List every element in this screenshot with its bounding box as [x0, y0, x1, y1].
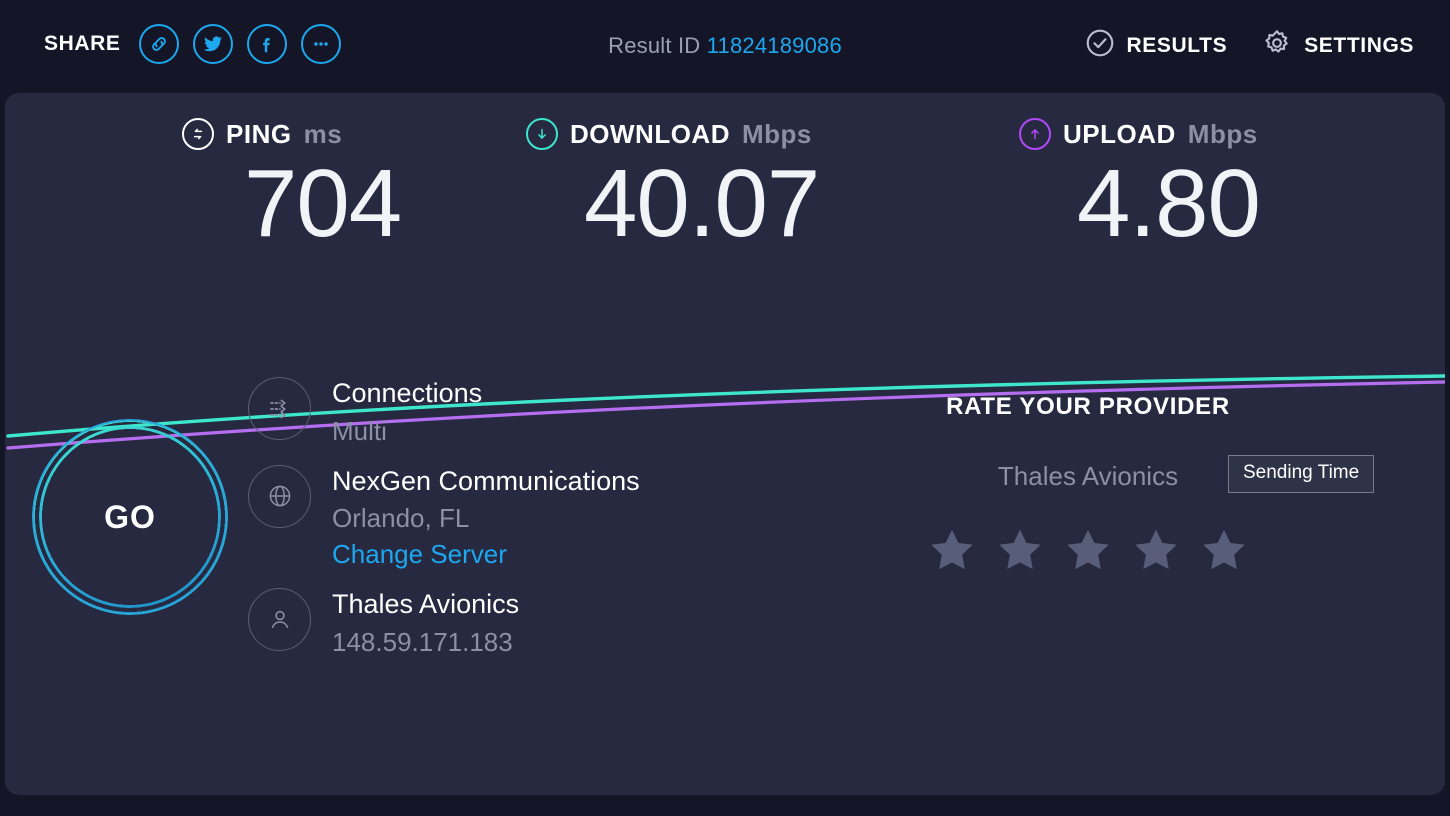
- metric-download-label: DOWNLOAD: [570, 118, 730, 149]
- metric-upload-head: UPLOAD Mbps: [1019, 118, 1260, 150]
- connections-icon: [248, 377, 311, 440]
- metrics-row: PING ms 704 DOWNLOAD Mbps 40.07 UPLOAD M…: [5, 93, 1445, 268]
- info-text-connections: Connections Multi: [332, 375, 482, 449]
- app-header: SHARE Result ID 11824189086 RESULTS SETT…: [0, 0, 1450, 93]
- rate-provider-isp: Thales Avionics: [997, 461, 1179, 491]
- result-id-label: Result ID: [608, 33, 701, 58]
- ping-icon: [182, 118, 214, 150]
- server-location: Orlando, FL: [332, 503, 470, 534]
- go-button-label: GO: [104, 498, 156, 535]
- star-icon[interactable]: [926, 524, 978, 576]
- results-label: RESULTS: [1126, 33, 1228, 57]
- info-row-server: NexGen Communications Orlando, FL Change…: [248, 463, 768, 572]
- metric-upload: UPLOAD Mbps 4.80: [1019, 118, 1261, 257]
- star-icon[interactable]: [994, 524, 1046, 576]
- info-text-server: NexGen Communications Orlando, FL Change…: [332, 463, 640, 572]
- connections-title: Connections: [332, 378, 483, 408]
- check-circle-icon: [1084, 27, 1116, 64]
- upload-icon: [1019, 118, 1051, 150]
- settings-label: SETTINGS: [1304, 33, 1414, 57]
- rate-provider-title: RATE YOUR PROVIDER: [946, 393, 1230, 420]
- metric-ping-head: PING ms: [182, 118, 401, 150]
- connections-sub: Multi: [332, 415, 387, 446]
- info-row-isp: Thales Avionics 148.59.171.183: [248, 586, 768, 660]
- metric-ping: PING ms 704: [182, 118, 402, 257]
- star-icon[interactable]: [1130, 524, 1182, 576]
- gear-icon: [1261, 27, 1293, 64]
- star-icon[interactable]: [1198, 524, 1250, 576]
- ip-address: 148.59.171.183: [332, 626, 513, 657]
- server-sponsor: NexGen Communications: [332, 465, 640, 496]
- metric-ping-unit: ms: [303, 118, 343, 149]
- connection-info: Connections Multi NexGen Communications …: [248, 375, 768, 673]
- download-icon: [526, 118, 558, 150]
- user-icon: [248, 587, 311, 651]
- metric-upload-value: 4.80: [1077, 150, 1261, 257]
- metric-ping-value: 704: [244, 150, 402, 257]
- change-server-link[interactable]: Change Server: [332, 538, 507, 572]
- results-button[interactable]: RESULTS: [1084, 27, 1228, 64]
- result-id-value[interactable]: 11824189086: [707, 33, 842, 58]
- star-icon[interactable]: [1062, 524, 1114, 576]
- settings-button[interactable]: SETTINGS: [1261, 27, 1414, 64]
- rating-stars: [838, 524, 1338, 576]
- metric-download: DOWNLOAD Mbps 40.07: [526, 118, 820, 257]
- info-text-isp: Thales Avionics 148.59.171.183: [332, 586, 519, 660]
- info-row-connections: Connections Multi: [248, 375, 768, 449]
- header-right-nav: RESULTS SETTINGS: [1084, 27, 1414, 64]
- isp-name: Thales Avionics: [332, 588, 520, 619]
- globe-icon: [248, 464, 311, 528]
- metric-download-head: DOWNLOAD Mbps: [526, 118, 819, 150]
- metric-ping-label: PING: [226, 118, 292, 149]
- metric-upload-unit: Mbps: [1187, 118, 1258, 149]
- metric-download-unit: Mbps: [741, 118, 812, 149]
- go-button[interactable]: GO: [32, 419, 228, 615]
- rate-provider: RATE YOUR PROVIDER Thales Avionics: [838, 393, 1338, 576]
- speedtest-app: SHARE Result ID 11824189086 RESULTS SETT…: [0, 0, 1450, 816]
- results-panel: PING ms 704 DOWNLOAD Mbps 40.07 UPLOAD M…: [5, 93, 1445, 795]
- metric-upload-label: UPLOAD: [1063, 118, 1176, 149]
- metric-download-value: 40.07: [584, 150, 820, 257]
